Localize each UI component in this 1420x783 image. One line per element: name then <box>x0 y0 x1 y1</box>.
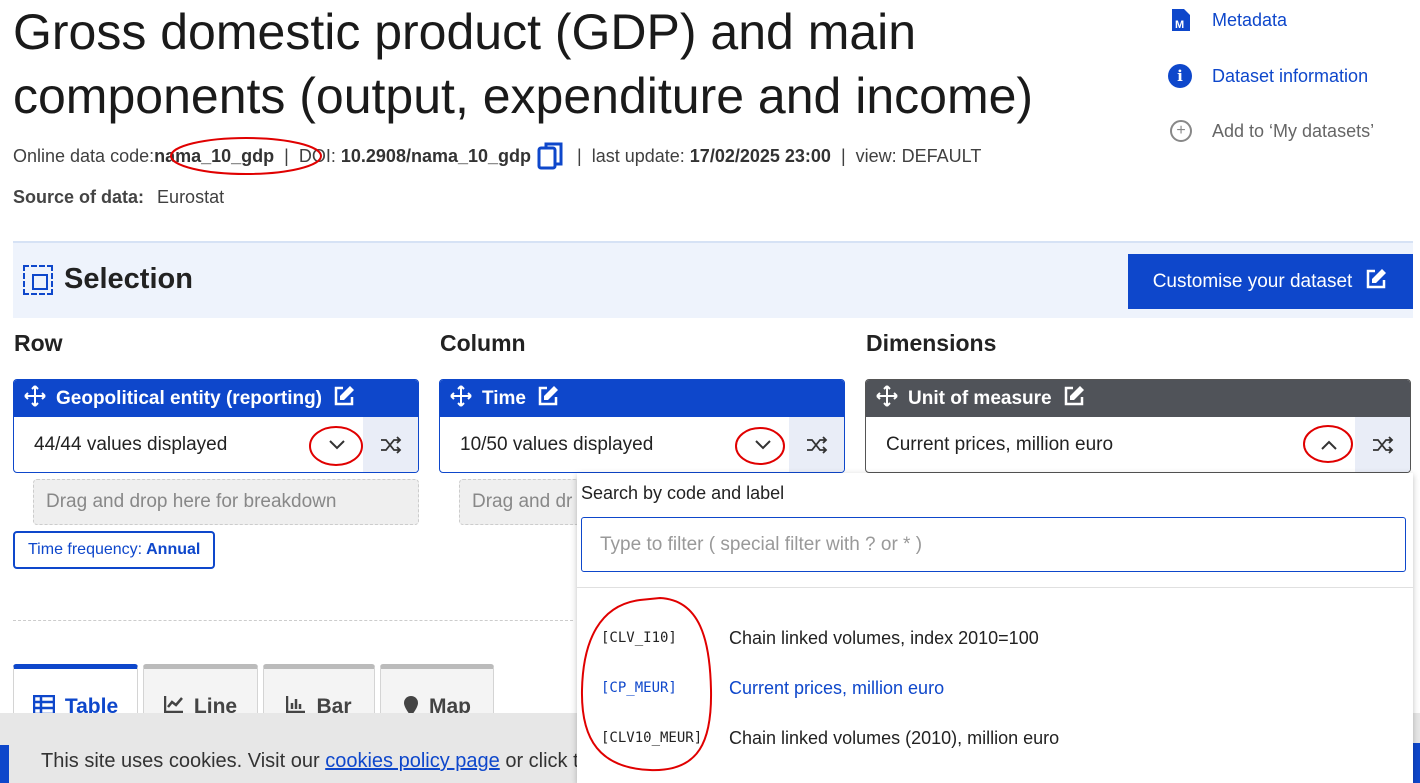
code-label: Online data code: <box>13 145 155 166</box>
selection-bar: Selection Customise your dataset <box>13 241 1413 318</box>
move-icon[interactable] <box>450 384 472 413</box>
view-label: view: DEFAULT <box>855 145 982 166</box>
customise-dataset-button[interactable]: Customise your dataset <box>1128 254 1413 309</box>
dataset-meta-line: Online data code: nama_10_gdp | DOI: 10.… <box>13 141 981 171</box>
column-heading: Column <box>440 330 526 356</box>
shuffle-icon[interactable] <box>363 417 418 472</box>
cookie-button[interactable] <box>1412 743 1420 783</box>
column-dropzone[interactable]: Drag and dr <box>459 479 589 525</box>
cookie-button[interactable] <box>0 745 9 783</box>
add-circle-icon: + <box>1170 120 1192 142</box>
chevron-up-icon[interactable] <box>1303 417 1355 472</box>
move-icon[interactable] <box>876 384 898 413</box>
add-to-my-datasets-link[interactable]: + Add to ‘My datasets’ <box>1170 120 1374 142</box>
geo-dimension-card: Geopolitical entity (reporting) 44/44 va… <box>13 379 419 473</box>
divider <box>13 620 573 621</box>
search-label: Search by code and label <box>581 483 785 503</box>
unit-card-header[interactable]: Unit of measure <box>866 380 1410 417</box>
page-title: Gross domestic product (GDP) and main co… <box>13 4 1034 124</box>
geo-card-header[interactable]: Geopolitical entity (reporting) <box>14 380 418 417</box>
time-frequency-label: Time frequency: <box>28 541 143 558</box>
cookie-policy-link[interactable]: cookies policy page <box>325 750 500 772</box>
metadata-icon: M <box>1170 7 1192 33</box>
time-frequency-button[interactable]: Time frequency: Annual <box>13 531 216 569</box>
time-card-header[interactable]: Time <box>440 380 844 417</box>
move-icon[interactable] <box>24 384 46 413</box>
dataset-code: nama_10_gdp <box>154 145 275 166</box>
option-label: Chain linked volumes (2010), million eur… <box>729 727 1060 748</box>
time-frequency-value: Annual <box>146 541 201 558</box>
time-dimension-card: Time 10/50 values displayed <box>439 379 845 473</box>
row-dropzone[interactable]: Drag and drop here for breakdown <box>33 479 419 525</box>
shuffle-icon[interactable] <box>1355 417 1410 472</box>
cookie-text: This site uses cookies. Visit our cookie… <box>41 750 579 773</box>
option-code: [CLV_I10] <box>601 630 677 646</box>
edit-icon <box>1364 267 1388 297</box>
chevron-down-icon[interactable] <box>737 417 789 472</box>
edit-icon[interactable] <box>1062 384 1086 414</box>
divider <box>577 587 1413 588</box>
geo-card-value: 44/44 values displayed <box>34 434 228 455</box>
update-label: last update: <box>591 145 685 166</box>
dimensions-heading: Dimensions <box>866 330 997 356</box>
shuffle-icon[interactable] <box>789 417 844 472</box>
svg-text:M: M <box>1175 19 1184 31</box>
source-line: Source of data: Eurostat <box>13 187 224 208</box>
metadata-label: Metadata <box>1212 9 1288 30</box>
unit-dropdown-panel: Search by code and label [CLV_I10] Chain… <box>577 473 1413 783</box>
selection-icon <box>23 265 53 295</box>
update-value: 17/02/2025 23:00 <box>689 145 831 166</box>
option-code: [CLV10_MEUR] <box>601 730 703 746</box>
time-card-value: 10/50 values displayed <box>460 434 654 455</box>
info-icon: i <box>1168 64 1192 88</box>
option-cp-meur[interactable]: [CP_MEUR] Current prices, million euro <box>577 665 1407 711</box>
unit-card-value: Current prices, million euro <box>886 434 1114 455</box>
doi-value: 10.2908/nama_10_gdp <box>340 145 532 166</box>
customise-dataset-label: Customise your dataset <box>1152 270 1353 292</box>
metadata-link[interactable]: M Metadata <box>1170 7 1287 33</box>
dataset-information-link[interactable]: i Dataset information <box>1168 64 1368 88</box>
doi-label: DOI: <box>298 145 336 166</box>
source-label: Source of data: <box>13 187 145 207</box>
option-label: Current prices, million euro <box>729 677 945 698</box>
edit-icon[interactable] <box>536 384 560 414</box>
edit-icon[interactable] <box>332 384 356 414</box>
option-label: Chain linked volumes, index 2010=100 <box>729 627 1039 648</box>
add-to-my-datasets-label: Add to ‘My datasets’ <box>1212 120 1375 141</box>
row-heading: Row <box>14 330 63 356</box>
dataset-information-label: Dataset information <box>1212 65 1369 86</box>
selection-title: Selection <box>64 263 193 295</box>
time-card-title: Time <box>482 387 527 409</box>
source-value: Eurostat <box>157 187 225 207</box>
filter-input[interactable] <box>581 517 1406 572</box>
option-clv10-meur[interactable]: [CLV10_MEUR] Chain linked volumes (2010)… <box>577 715 1407 761</box>
cookie-text-after: or click t <box>505 750 579 772</box>
unit-card-title: Unit of measure <box>908 387 1052 409</box>
unit-dimension-card: Unit of measure Current prices, million … <box>865 379 1411 473</box>
copy-icon[interactable] <box>537 141 565 171</box>
option-code: [CP_MEUR] <box>601 680 677 696</box>
cookie-text-before: This site uses cookies. Visit our <box>41 750 320 772</box>
geo-card-title: Geopolitical entity (reporting) <box>56 387 323 409</box>
chevron-down-icon[interactable] <box>311 417 363 472</box>
option-clv-i10[interactable]: [CLV_I10] Chain linked volumes, index 20… <box>577 615 1407 661</box>
